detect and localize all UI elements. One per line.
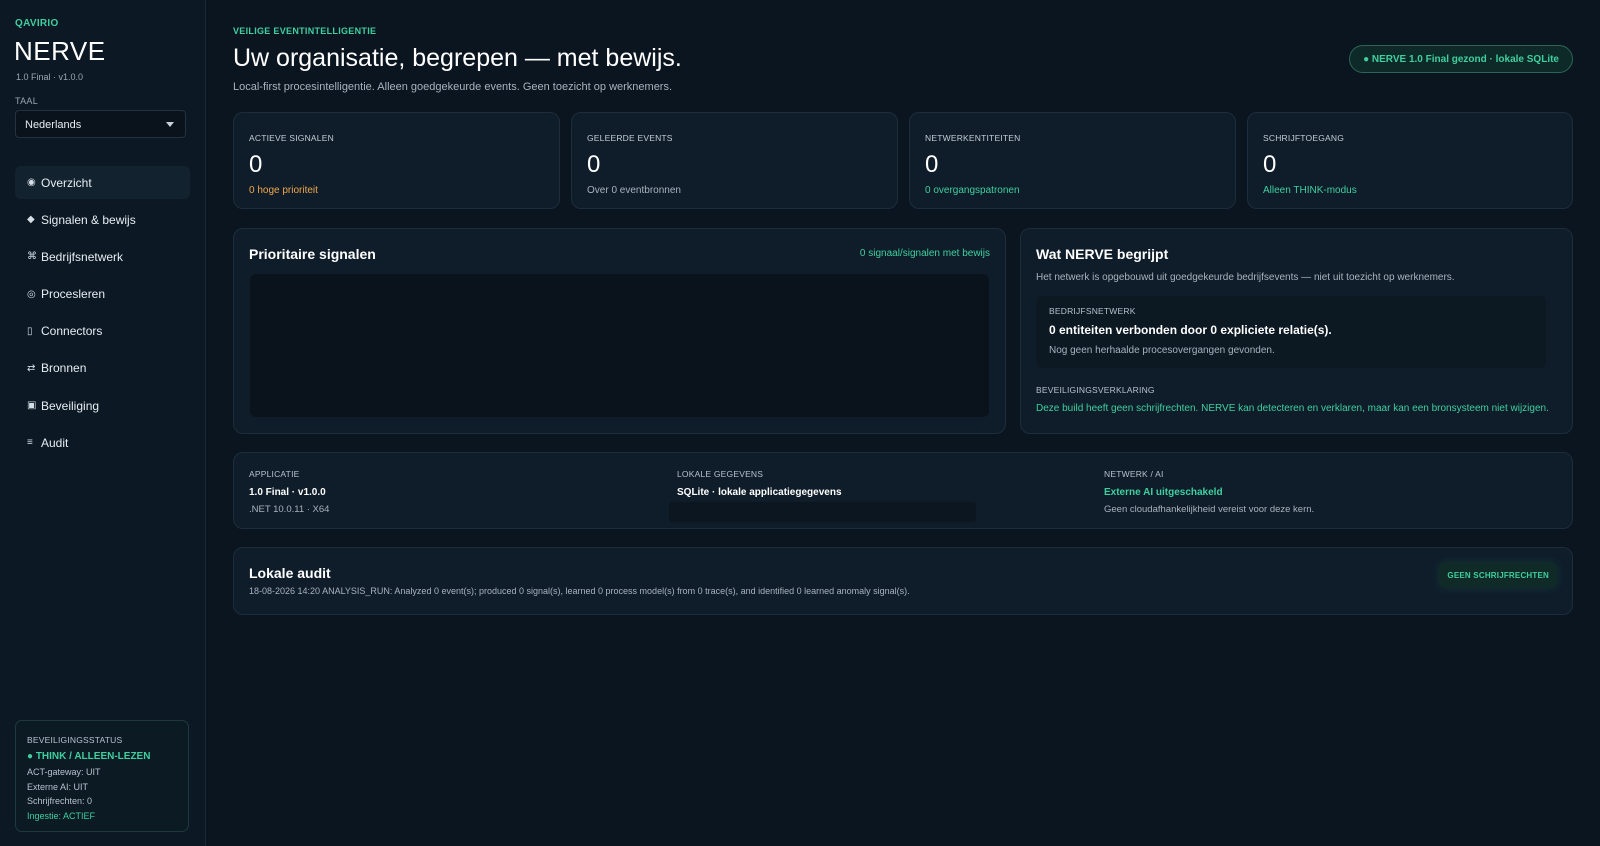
security-mode: ● THINK / ALLEEN-LEZEN [27, 750, 151, 762]
kpi-value: 0 [587, 151, 601, 178]
kpi-sub: Over 0 eventbronnen [587, 185, 681, 196]
chevron-down-icon [166, 122, 174, 127]
understanding-subtitle: Het netwerk is opgebouwd uit goedgekeurd… [1036, 272, 1455, 283]
diamond-icon: ◆ [27, 214, 35, 226]
kpi-learned-events: GELEERDE EVENTS 0 Over 0 eventbronnen [571, 112, 898, 209]
info-detail: .NET 10.0.11 · X64 [249, 504, 330, 515]
page-kicker: VEILIGE EVENTINTELLIGENTIE [233, 26, 377, 36]
declaration-text: Deze build heeft geen schrijfrechten. NE… [1036, 403, 1549, 414]
understanding-panel: Wat NERVE begrijpt Het netwerk is opgebo… [1020, 228, 1573, 434]
language-label: TAAL [15, 96, 39, 106]
kpi-value: 0 [249, 151, 263, 178]
kpi-write-access: SCHRIJFTOEGANG 0 Alleen THINK-modus [1247, 112, 1573, 209]
main-content: VEILIGE EVENTINTELLIGENTIE Uw organisati… [233, 0, 1573, 846]
language-value: Nederlands [25, 119, 82, 131]
nav-item-audit[interactable]: ≡ Audit [15, 426, 190, 459]
nav-item-label: Audit [41, 435, 69, 450]
nav-item-bedrijfsnetwerk[interactable]: ⌘ Bedrijfsnetwerk [15, 240, 190, 273]
target-icon: ◉ [27, 177, 36, 188]
kpi-label: NETWERKENTITEITEN [925, 133, 1021, 143]
network-summary: 0 entiteiten verbonden door 0 expliciete… [1049, 323, 1332, 337]
system-info-panel: APPLICATIE 1.0 Final · v1.0.0 .NET 10.0.… [233, 452, 1573, 529]
info-detail: Geen cloudafhankelijkheid vereist voor d… [1104, 504, 1315, 515]
process-icon: ◎ [27, 288, 36, 300]
info-label: NETWERK / AI [1104, 469, 1164, 479]
priority-signals-panel: Prioritaire signalen 0 signaal/signalen … [233, 228, 1006, 434]
info-label: LOKALE GEGEVENS [677, 469, 764, 479]
info-network-ai: NETWERK / AI Externe AI uitgeschakeld Ge… [1104, 469, 1314, 515]
connector-icon: ▯ [27, 325, 33, 337]
nav-item-connectors[interactable]: ▯ Connectors [15, 315, 190, 348]
business-network-box: BEDRIJFSNETWERK 0 entiteiten verbonden d… [1036, 296, 1546, 368]
no-write-rights-badge: GEEN SCHRIJFRECHTEN [1439, 562, 1557, 588]
nav-item-label: Bronnen [41, 361, 87, 376]
nav-item-signalen[interactable]: ◆ Signalen & bewijs [15, 203, 190, 236]
nav-item-label: Beveiliging [41, 398, 100, 413]
info-local-data: LOKALE GEGEVENS SQLite · lokale applicat… [677, 469, 842, 498]
panel-title: Lokale audit [249, 565, 331, 581]
nav-item-beveiliging[interactable]: ▣ Beveiliging [15, 389, 190, 422]
nav-item-procesleren[interactable]: ◎ Procesleren [15, 278, 190, 311]
brand-title: NERVE [14, 36, 106, 66]
network-label: BEDRIJFSNETWERK [1049, 306, 1136, 316]
info-label: APPLICATIE [249, 469, 300, 479]
info-value: SQLite · lokale applicatiegegevens [677, 487, 842, 498]
ingestion-status: Ingestie: ACTIEF [27, 810, 96, 821]
hidden-data-path [669, 502, 976, 522]
external-ai-status: Externe AI: UIT [27, 781, 89, 792]
nav-item-label: Procesleren [41, 287, 106, 302]
network-icon: ⌘ [27, 251, 37, 263]
kpi-label: GELEERDE EVENTS [587, 133, 673, 143]
info-value: 1.0 Final · v1.0.0 [249, 487, 326, 498]
kpi-sub: 0 hoge prioriteit [249, 185, 318, 196]
nav-item-label: Bedrijfsnetwerk [41, 249, 124, 264]
panel-title: Wat NERVE begrijpt [1036, 246, 1169, 262]
nav-item-bronnen[interactable]: ⇄ Bronnen [15, 352, 190, 385]
audit-entry: 18-08-2026 14:20 ANALYSIS_RUN: Analyzed … [249, 586, 910, 596]
act-gateway-status: ACT-gateway: UIT [27, 767, 101, 777]
health-status-badge: ● NERVE 1.0 Final gezond · lokale SQLite [1349, 45, 1573, 73]
shield-icon: ▣ [27, 400, 37, 412]
write-rights-status: Schrijfrechten: 0 [27, 796, 93, 806]
swap-icon: ⇄ [27, 362, 36, 374]
nav-item-label: Connectors [41, 324, 103, 339]
kpi-label: SCHRIJFTOEGANG [1263, 133, 1345, 143]
kpi-active-signals: ACTIEVE SIGNALEN 0 0 hoge prioriteit [233, 112, 560, 209]
nav-item-overzicht[interactable]: ◉ Overzicht [15, 166, 190, 199]
kpi-label: ACTIEVE SIGNALEN [249, 133, 334, 143]
local-audit-panel: Lokale audit 18-08-2026 14:20 ANALYSIS_R… [233, 547, 1573, 615]
nav-item-label: Overzicht [41, 175, 92, 190]
network-detail: Nog geen herhaalde procesovergangen gevo… [1049, 345, 1275, 356]
brand-company: QAVIRIO [15, 18, 59, 29]
sidebar: QAVIRIO NERVE 1.0 Final · v1.0.0 TAAL Ne… [0, 0, 206, 846]
kpi-sub: Alleen THINK-modus [1263, 185, 1357, 196]
main-nav: ◉ Overzicht ◆ Signalen & bewijs ⌘ Bedrij… [15, 166, 190, 464]
brand-version: 1.0 Final · v1.0.0 [16, 72, 84, 82]
signal-list-empty [250, 274, 989, 417]
nav-item-label: Signalen & bewijs [41, 212, 136, 227]
security-status-panel: BEVEILIGINGSSTATUS ● THINK / ALLEEN-LEZE… [15, 720, 189, 832]
page-subtitle: Local-first procesintelligentie. Alleen … [233, 81, 673, 93]
language-select[interactable]: Nederlands [15, 110, 186, 138]
info-application: APPLICATIE 1.0 Final · v1.0.0 .NET 10.0.… [249, 469, 329, 515]
kpi-sub: 0 overgangspatronen [925, 185, 1020, 196]
kpi-network-entities: NETWERKENTITEITEN 0 0 overgangspatronen [909, 112, 1236, 209]
page-title: Uw organisatie, begrepen — met bewijs. [233, 44, 682, 72]
panel-title: Prioritaire signalen [249, 246, 376, 262]
info-value: Externe AI uitgeschakeld [1104, 487, 1223, 498]
signal-count-link[interactable]: 0 signaal/signalen met bewijs [860, 248, 990, 259]
list-icon: ≡ [27, 437, 33, 449]
kpi-value: 0 [925, 151, 939, 178]
security-status-title: BEVEILIGINGSSTATUS [27, 735, 123, 745]
kpi-value: 0 [1263, 151, 1277, 178]
declaration-label: BEVEILIGINGSVERKLARING [1036, 385, 1155, 395]
